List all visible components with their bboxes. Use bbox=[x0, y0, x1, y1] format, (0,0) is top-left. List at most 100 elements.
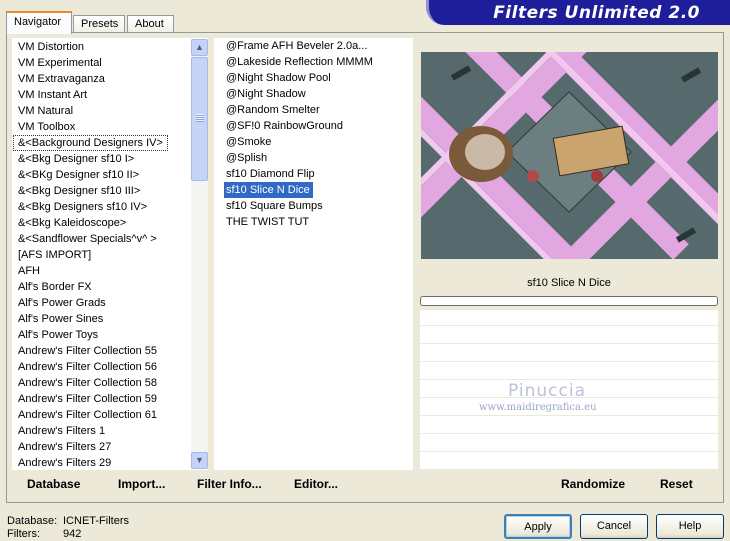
category-item[interactable]: VM Distortion bbox=[13, 39, 191, 55]
category-row: Alf's Power Toys bbox=[13, 327, 191, 343]
scroll-thumb[interactable] bbox=[191, 57, 208, 181]
category-row: Andrew's Filter Collection 55 bbox=[13, 343, 191, 359]
parameter-row bbox=[420, 364, 718, 380]
filter-item[interactable]: @Random Smelter bbox=[214, 102, 413, 118]
grip-icon bbox=[196, 114, 204, 122]
help-button[interactable]: Help bbox=[656, 514, 724, 539]
category-row: VM Instant Art bbox=[13, 87, 191, 103]
category-items: VM Distortion VM Experimental VM Extravaga… bbox=[13, 39, 191, 469]
randomize-button[interactable]: Randomize bbox=[561, 472, 625, 497]
category-item[interactable]: Andrew's Filter Collection 55 bbox=[13, 343, 191, 359]
filter-info-button[interactable]: Filter Info... bbox=[197, 472, 262, 497]
category-list[interactable]: VM Distortion VM Experimental VM Extravaga… bbox=[12, 38, 208, 470]
category-item[interactable]: Alf's Power Grads bbox=[13, 295, 191, 311]
filter-items: @Frame AFH Beveler 2.0a... @Lakeside Refl… bbox=[214, 38, 413, 230]
category-row: VM Natural bbox=[13, 103, 191, 119]
category-item[interactable]: VM Toolbox bbox=[13, 119, 191, 135]
category-item[interactable]: &<Sandflower Specials^v^ > bbox=[13, 231, 191, 247]
filters-label: Filters: bbox=[7, 528, 40, 540]
tab-navigator[interactable]: Navigator bbox=[6, 11, 72, 34]
status-info: Database: ICNET-Filters Filters: 942 bbox=[7, 515, 129, 541]
database-button[interactable]: Database bbox=[27, 472, 80, 497]
category-item[interactable]: &<Bkg Designers sf10 IV> bbox=[13, 199, 191, 215]
filters-count: 942 bbox=[63, 528, 82, 540]
category-item[interactable]: VM Natural bbox=[13, 103, 191, 119]
category-row: Andrew's Filters 27 bbox=[13, 439, 191, 455]
editor-button[interactable]: Editor... bbox=[294, 472, 338, 497]
filter-item[interactable]: @Lakeside Reflection MMMM bbox=[214, 54, 413, 70]
filter-item[interactable]: @Splish bbox=[214, 150, 413, 166]
category-item[interactable]: Andrew's Filter Collection 59 bbox=[13, 391, 191, 407]
filter-item[interactable]: @SF!0 RainbowGround bbox=[214, 118, 413, 134]
category-item[interactable]: Alf's Border FX bbox=[13, 279, 191, 295]
category-item[interactable]: &<BKg Designer sf10 II> bbox=[13, 167, 191, 183]
parameter-row bbox=[420, 328, 718, 344]
tab-about[interactable]: About bbox=[127, 15, 174, 33]
filter-item[interactable]: THE TWIST TUT bbox=[214, 214, 413, 230]
filter-row: @Random Smelter bbox=[214, 102, 413, 118]
category-row: &<BKg Designer sf10 II> bbox=[13, 167, 191, 183]
category-item[interactable]: Andrew's Filter Collection 58 bbox=[13, 375, 191, 391]
category-item[interactable]: &<Bkg Kaleidoscope> bbox=[13, 215, 191, 231]
watermark-url: www.maidiregrafica.eu bbox=[479, 402, 597, 413]
filter-row: @Night Shadow Pool bbox=[214, 70, 413, 86]
category-item[interactable]: VM Instant Art bbox=[13, 87, 191, 103]
preview-image bbox=[421, 52, 718, 259]
filter-row: @Lakeside Reflection MMMM bbox=[214, 54, 413, 70]
category-item[interactable]: Andrew's Filters 1 bbox=[13, 423, 191, 439]
category-row: &<Sandflower Specials^v^ > bbox=[13, 231, 191, 247]
category-item[interactable]: Alf's Power Sines bbox=[13, 311, 191, 327]
database-label: Database: bbox=[7, 515, 58, 527]
category-row: VM Experimental bbox=[13, 55, 191, 71]
import-button[interactable]: Import... bbox=[118, 472, 165, 497]
scroll-down-icon[interactable]: ▼ bbox=[191, 452, 208, 469]
parameter-row bbox=[420, 346, 718, 362]
filter-row: @Night Shadow bbox=[214, 86, 413, 102]
category-item[interactable]: Alf's Power Toys bbox=[13, 327, 191, 343]
category-row: Andrew's Filters 29 bbox=[13, 455, 191, 469]
filter-item[interactable]: sf10 Slice N Dice bbox=[224, 182, 313, 198]
category-item[interactable]: VM Experimental bbox=[13, 55, 191, 71]
filter-row: sf10 Diamond Flip bbox=[214, 166, 413, 182]
category-row: Andrew's Filter Collection 58 bbox=[13, 375, 191, 391]
filter-item[interactable]: @Night Shadow bbox=[214, 86, 413, 102]
category-item[interactable]: VM Extravaganza bbox=[13, 71, 191, 87]
tab-presets[interactable]: Presets bbox=[73, 15, 125, 33]
category-row: [AFS IMPORT] bbox=[13, 247, 191, 263]
category-row: Andrew's Filter Collection 56 bbox=[13, 359, 191, 375]
category-item[interactable]: &<Background Designers IV> bbox=[13, 135, 168, 151]
category-scrollbar[interactable]: ▲ ▼ bbox=[191, 39, 208, 469]
filter-item[interactable]: @Night Shadow Pool bbox=[214, 70, 413, 86]
filter-item[interactable]: @Frame AFH Beveler 2.0a... bbox=[214, 38, 413, 54]
filter-item[interactable]: sf10 Diamond Flip bbox=[214, 166, 413, 182]
selected-filter-name: sf10 Slice N Dice bbox=[527, 277, 611, 289]
reset-button[interactable]: Reset bbox=[660, 472, 693, 497]
apply-button[interactable]: Apply bbox=[504, 514, 572, 539]
category-item[interactable]: Andrew's Filter Collection 56 bbox=[13, 359, 191, 375]
filter-row: THE TWIST TUT bbox=[214, 214, 413, 230]
filter-item[interactable]: @Smoke bbox=[214, 134, 413, 150]
filter-list[interactable]: @Frame AFH Beveler 2.0a... @Lakeside Refl… bbox=[214, 38, 413, 470]
title-banner: Filters Unlimited 2.0 bbox=[426, 0, 730, 25]
category-item[interactable]: Andrew's Filters 27 bbox=[13, 439, 191, 455]
category-item[interactable]: &<Bkg Designer sf10 III> bbox=[13, 183, 191, 199]
scroll-up-icon[interactable]: ▲ bbox=[191, 39, 208, 56]
category-row: Alf's Power Grads bbox=[13, 295, 191, 311]
filter-row: sf10 Square Bumps bbox=[214, 198, 413, 214]
category-item[interactable]: Andrew's Filters 29 bbox=[13, 455, 191, 469]
category-item[interactable]: Andrew's Filter Collection 61 bbox=[13, 407, 191, 423]
category-row: VM Distortion bbox=[13, 39, 191, 55]
parameter-row bbox=[420, 454, 718, 470]
category-row: &<Bkg Designer sf10 III> bbox=[13, 183, 191, 199]
watermark-name: Pinuccia bbox=[508, 381, 586, 401]
category-item[interactable]: AFH bbox=[13, 263, 191, 279]
cancel-button[interactable]: Cancel bbox=[580, 514, 648, 539]
category-row: Andrew's Filters 1 bbox=[13, 423, 191, 439]
filter-item[interactable]: sf10 Square Bumps bbox=[214, 198, 413, 214]
parameter-row bbox=[420, 436, 718, 452]
category-row: &<Bkg Designers sf10 IV> bbox=[13, 199, 191, 215]
category-item[interactable]: &<Bkg Designer sf10 I> bbox=[13, 151, 191, 167]
category-row: &<Bkg Kaleidoscope> bbox=[13, 215, 191, 231]
filter-row: @Smoke bbox=[214, 134, 413, 150]
category-item[interactable]: [AFS IMPORT] bbox=[13, 247, 191, 263]
